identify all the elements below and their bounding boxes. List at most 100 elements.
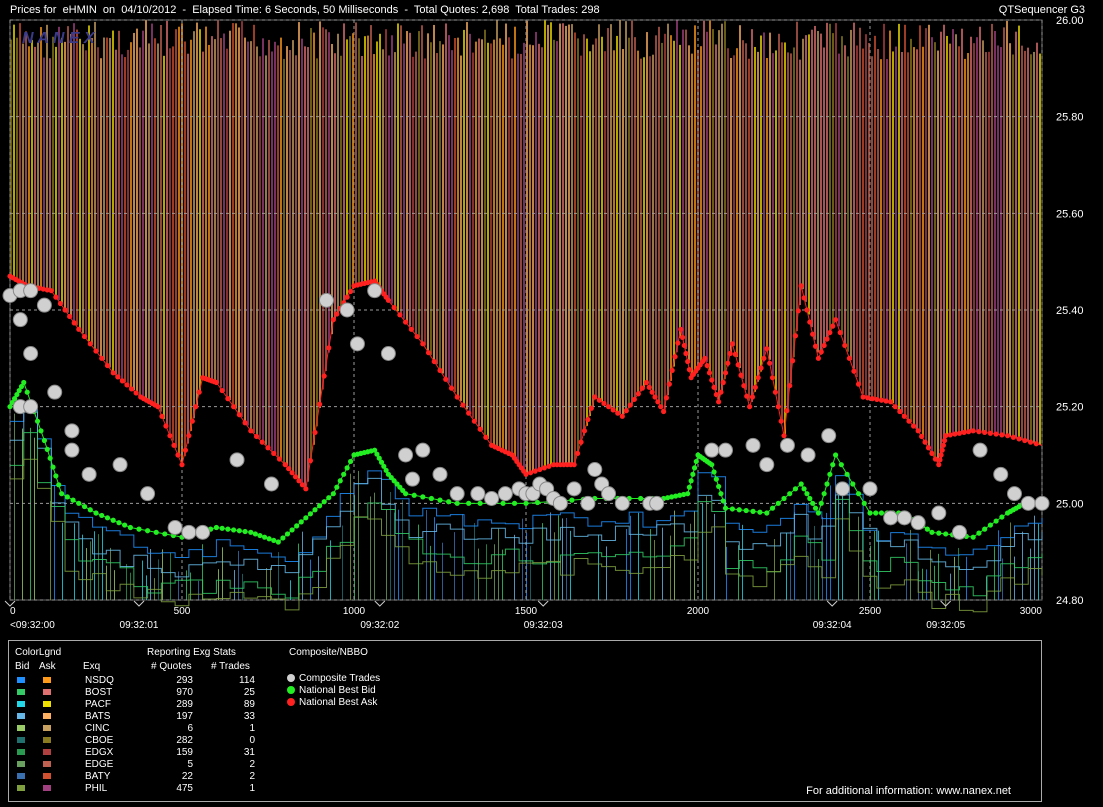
ask-quote-bar	[1003, 27, 1005, 436]
nbbo-point	[431, 358, 437, 365]
nbbo-point	[929, 529, 935, 535]
ask-quote-bar	[883, 23, 885, 401]
trade-count: 89	[243, 699, 255, 710]
nbbo-point	[976, 530, 982, 536]
bid-quote-bar	[242, 573, 243, 600]
nbbo-point	[182, 447, 189, 453]
ask-color-swatch	[43, 773, 51, 779]
nbbo-point	[303, 515, 309, 521]
ask-quote-bar	[343, 23, 345, 304]
bid-quote-bar	[126, 564, 127, 600]
nbbo-point	[769, 505, 776, 511]
nbbo-point	[523, 471, 529, 477]
ask-quote-bar	[604, 51, 606, 404]
bid-quote-bar	[926, 569, 927, 600]
ask-quote-bar	[1033, 51, 1035, 443]
ask-quote-bar	[397, 23, 399, 312]
composite-trade-point	[566, 481, 582, 497]
ask-quote-bar	[520, 53, 522, 466]
nbbo-point	[334, 484, 340, 490]
bid-quote-bar	[950, 573, 951, 600]
composite-trade-point	[81, 466, 97, 482]
nbbo-point	[892, 404, 898, 410]
ask-quote-bar	[241, 21, 243, 418]
ask-quote-bar	[151, 23, 153, 403]
composite-trade-point	[896, 510, 912, 526]
nbbo-point	[578, 439, 584, 445]
ask-quote-bar	[121, 54, 123, 380]
ask-quote-bar	[433, 24, 435, 360]
bid-quote-bar	[570, 530, 571, 600]
ask-quote-bar	[580, 55, 582, 446]
composite-legend-marker	[287, 674, 295, 682]
nbbo-point	[231, 404, 237, 410]
ask-quote-bar	[685, 29, 687, 350]
ask-quote-bar	[931, 37, 933, 452]
ask-quote-bar	[628, 37, 630, 409]
ask-quote-bar	[676, 20, 678, 353]
time-tick-label: 09:32:03	[524, 620, 563, 631]
ask-quote-bar	[838, 53, 840, 327]
trade-count: 25	[243, 687, 255, 698]
quote-count: 282	[176, 735, 193, 746]
bid-quote-bar	[62, 522, 63, 600]
nbbo-point	[115, 374, 121, 380]
ask-quote-bar	[586, 38, 588, 426]
nbbo-point	[830, 462, 836, 468]
ask-quote-bar	[700, 46, 702, 366]
ask-quote-bar	[331, 43, 333, 335]
nbbo-point	[296, 478, 302, 484]
footer-link[interactable]: For additional information: www.nanex.ne…	[806, 785, 1011, 797]
trade-count: 1	[249, 783, 255, 794]
bid-quote-bar	[906, 543, 907, 600]
nbbo-point	[93, 348, 99, 354]
x-tick-label: 500	[174, 606, 191, 617]
ask-quote-bar	[976, 37, 978, 432]
nbbo-point	[420, 494, 426, 500]
nbbo-point	[709, 377, 715, 383]
nbbo-point	[67, 313, 73, 320]
nbbo-point	[837, 329, 843, 336]
nbbo-point	[627, 402, 633, 408]
ask-quote-bar	[439, 41, 441, 369]
nbbo-point	[588, 405, 594, 411]
nbbo-point	[337, 478, 343, 484]
trades-header: # Trades	[211, 661, 250, 672]
nbbo-point	[62, 307, 68, 313]
ask-quote-bar	[508, 37, 510, 454]
nbbo-point	[716, 483, 722, 490]
ask-quote-bar	[358, 38, 360, 285]
nbbo-point	[775, 500, 781, 506]
nbbo-point	[755, 375, 761, 381]
bid-quote-bar	[486, 544, 487, 600]
bid-header: Bid	[15, 661, 30, 672]
composite-trade-point	[195, 524, 211, 540]
ask-quote-bar	[973, 43, 975, 431]
ask-quote-bar	[94, 21, 96, 349]
nbbo-point	[623, 408, 629, 414]
ask-quote-bar	[484, 29, 486, 435]
bid-quote-bar	[738, 545, 739, 600]
ask-quote-bar	[847, 56, 849, 352]
nbbo-point	[686, 367, 693, 373]
trade-count: 1	[249, 723, 255, 734]
nbbo-point	[454, 394, 460, 400]
nbbo-point	[271, 450, 277, 456]
ask-color-swatch	[43, 761, 51, 767]
y-tick-label: 25.00	[1056, 498, 1084, 510]
nbbo-point	[571, 462, 577, 468]
ask-quote-bar	[577, 38, 579, 456]
ask-quote-bar	[1024, 50, 1026, 441]
nbbo-point	[827, 329, 833, 336]
ask-quote-bar	[61, 37, 63, 305]
ask-quote-bar	[202, 51, 204, 381]
nbbo-point	[253, 433, 260, 440]
bid-quote-bar	[662, 527, 663, 600]
x-tick-label: 1500	[515, 606, 538, 617]
nbbo-point	[21, 379, 27, 386]
nbbo-point	[133, 390, 139, 396]
nbbo-point	[764, 510, 770, 516]
nbbo-point	[601, 400, 607, 407]
ask-quote-bar	[751, 29, 753, 402]
ask-quote-bar	[391, 35, 393, 304]
